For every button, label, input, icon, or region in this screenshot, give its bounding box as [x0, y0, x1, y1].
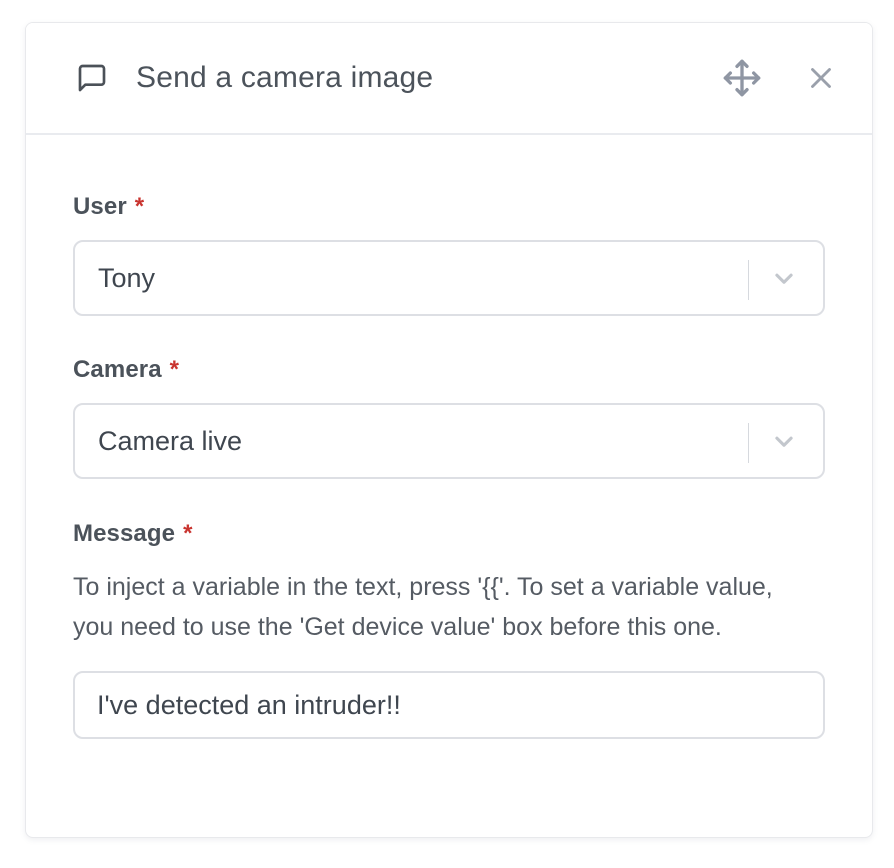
required-asterisk: * — [170, 356, 179, 383]
message-label-text: Message — [73, 520, 175, 547]
dialog-body: User * Tony Camera * Camera live — [26, 135, 872, 739]
camera-select-value: Camera live — [98, 426, 242, 457]
dialog-header: Send a camera image — [26, 23, 872, 135]
chevron-down-icon — [767, 424, 801, 458]
move-handle-icon[interactable] — [722, 58, 762, 98]
speech-bubble-icon — [76, 62, 108, 94]
user-label: User * — [73, 193, 825, 221]
camera-label: Camera * — [73, 356, 825, 384]
user-field: User * Tony — [73, 193, 825, 316]
select-divider — [748, 423, 749, 463]
select-divider — [748, 260, 749, 300]
message-helper-text: To inject a variable in the text, press … — [73, 567, 818, 647]
required-asterisk: * — [135, 193, 144, 220]
user-select-value: Tony — [98, 263, 155, 294]
message-label: Message * — [73, 520, 825, 548]
close-icon[interactable] — [804, 61, 838, 95]
message-input[interactable] — [73, 671, 825, 739]
required-asterisk: * — [183, 520, 192, 547]
chevron-down-icon — [767, 261, 801, 295]
camera-label-text: Camera — [73, 356, 162, 383]
send-camera-image-dialog: Send a camera image User * Tony — [25, 22, 873, 838]
dialog-title: Send a camera image — [136, 61, 722, 95]
user-select[interactable]: Tony — [73, 240, 825, 316]
camera-select[interactable]: Camera live — [73, 403, 825, 479]
message-field: Message * To inject a variable in the tex… — [73, 520, 825, 739]
camera-field: Camera * Camera live — [73, 356, 825, 479]
user-label-text: User — [73, 193, 127, 220]
